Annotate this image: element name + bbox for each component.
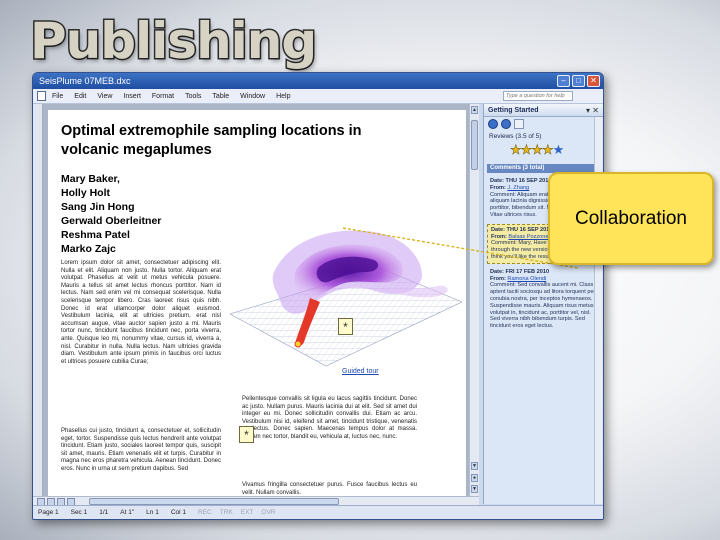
menu-file[interactable]: File xyxy=(52,93,63,100)
comment-marker-icon[interactable]: * xyxy=(239,426,254,443)
close-pane-icon[interactable]: ▾ ✕ xyxy=(586,106,599,115)
vertical-ruler xyxy=(33,104,43,496)
menu-edit[interactable]: Edit xyxy=(74,93,86,100)
menu-table[interactable]: Table xyxy=(212,93,229,100)
star-rating[interactable]: ★★★★★ xyxy=(484,142,603,158)
status-section: Sec 1 xyxy=(70,509,88,516)
comment-marker-icon[interactable]: * xyxy=(338,318,353,335)
horizontal-scroll-thumb[interactable] xyxy=(89,498,339,505)
comment-text: Comment: Sed convallis aucent mi. Class … xyxy=(490,282,596,330)
status-page: Page 1 xyxy=(38,509,59,516)
status-column: Col 1 xyxy=(170,509,186,516)
comment-from-label: From: xyxy=(490,275,508,282)
window-title: SeisPlume 07MEB.dxc xyxy=(39,76,131,86)
document-icon[interactable] xyxy=(37,91,46,101)
collaboration-callout: Collaboration xyxy=(548,172,714,265)
body-paragraph: Pellentesque convallis sit ligula eu lac… xyxy=(242,396,417,440)
window-titlebar[interactable]: SeisPlume 07MEB.dxc – □ ✕ xyxy=(33,73,603,89)
status-at: At 1" xyxy=(120,509,135,516)
document-title: Optimal extremophile sampling locations … xyxy=(61,123,362,158)
author-name: Gerwald Oberleitner xyxy=(61,215,162,227)
author-name: Marko Zajc xyxy=(61,243,116,255)
menu-help[interactable]: Help xyxy=(276,93,290,100)
scroll-down-button[interactable]: ▼ xyxy=(471,462,478,470)
author-name: Holly Holt xyxy=(61,187,110,199)
author-name: Reshma Patel xyxy=(61,229,130,241)
task-pane-header: Getting Started ▾ ✕ xyxy=(484,104,603,117)
minimize-button[interactable]: – xyxy=(557,75,570,87)
star-icon[interactable]: ★ xyxy=(510,142,522,158)
megaplume-3d-plot xyxy=(230,230,462,367)
task-pane-title: Getting Started xyxy=(488,106,539,114)
status-line: Ln 1 xyxy=(146,509,159,516)
callout-label: Collaboration xyxy=(575,207,687,229)
reviews-label: Reviews (3.5 of 5) xyxy=(489,133,542,140)
comment-item[interactable]: Date: FRI 17 FEB 2010 From: Ramona Olend… xyxy=(487,267,600,332)
back-icon[interactable] xyxy=(488,118,498,129)
document-page[interactable]: Optimal extremophile sampling locations … xyxy=(48,110,466,498)
comment-author-link[interactable]: Balsas Pozzone xyxy=(508,234,548,240)
body-paragraph: Phasellus cui justo, tincidunt a, consec… xyxy=(61,428,221,472)
half-star-icon[interactable]: ★ xyxy=(542,142,554,158)
help-search-input[interactable]: Type a question for help xyxy=(503,91,573,101)
author-name: Mary Baker, xyxy=(61,173,120,185)
star-icon[interactable]: ★ xyxy=(520,142,532,158)
menu-bar: File Edit View Insert Format Tools Table… xyxy=(33,89,603,104)
home-icon[interactable] xyxy=(514,118,524,129)
menu-insert[interactable]: Insert xyxy=(123,93,141,100)
status-mode-ovr[interactable]: OVR xyxy=(261,509,275,516)
vertical-scrollbar[interactable]: ▲ ▼ ● ▼ xyxy=(469,104,479,496)
comment-date: Date: THU 16 SEP 2010 xyxy=(490,178,552,184)
comment-author-link[interactable]: Ramona Olendi xyxy=(507,276,546,282)
status-mode-rec[interactable]: REC xyxy=(198,509,212,516)
body-paragraph: Vivamus fringilla consectetuer purus. Fu… xyxy=(242,482,417,496)
task-pane: Getting Started ▾ ✕ Reviews (3.5 of 5) ★… xyxy=(483,104,603,504)
menu-tools[interactable]: Tools xyxy=(185,93,201,100)
comment-from-label: From: xyxy=(490,184,508,191)
slide-title: Publishing xyxy=(28,11,318,72)
document-area: Optimal extremophile sampling locations … xyxy=(33,104,479,506)
author-name: Sang Jin Hong xyxy=(61,201,135,213)
menu-window[interactable]: Window xyxy=(240,93,265,100)
status-mode-ext[interactable]: EXT xyxy=(241,509,254,516)
vent-source xyxy=(294,340,302,348)
comment-date: Date: FRI 17 FEB 2010 xyxy=(490,268,550,275)
maximize-button[interactable]: □ xyxy=(572,75,585,87)
forward-icon[interactable] xyxy=(501,118,511,129)
status-page-count: 1/1 xyxy=(99,509,109,516)
scrollbar-thumb[interactable] xyxy=(471,120,478,170)
star-icon[interactable]: ★ xyxy=(553,142,565,157)
next-page-button[interactable]: ▼ xyxy=(471,485,478,493)
browse-object-button[interactable]: ● xyxy=(471,474,478,482)
status-bar: Page 1 Sec 1 1/1 At 1" Ln 1 Col 1 REC TR… xyxy=(33,505,603,519)
body-paragraph: Lorem ipsum dolor sit amet, consectetuer… xyxy=(61,260,221,365)
comment-date: Date: THU 16 SEP 2010 xyxy=(491,226,553,233)
guided-tour-link[interactable]: Guided tour xyxy=(342,368,379,375)
task-pane-nav xyxy=(484,117,603,130)
scroll-up-button[interactable]: ▲ xyxy=(471,106,478,114)
comment-author-link[interactable]: J. Zhang xyxy=(507,185,529,191)
status-mode-trk[interactable]: TRK xyxy=(220,509,233,516)
menu-view[interactable]: View xyxy=(97,93,112,100)
close-button[interactable]: ✕ xyxy=(587,75,600,87)
app-window: SeisPlume 07MEB.dxc – □ ✕ File Edit View… xyxy=(32,72,604,520)
star-icon[interactable]: ★ xyxy=(531,142,543,158)
comment-from-label: From: xyxy=(491,233,509,240)
menu-format[interactable]: Format xyxy=(152,93,174,100)
